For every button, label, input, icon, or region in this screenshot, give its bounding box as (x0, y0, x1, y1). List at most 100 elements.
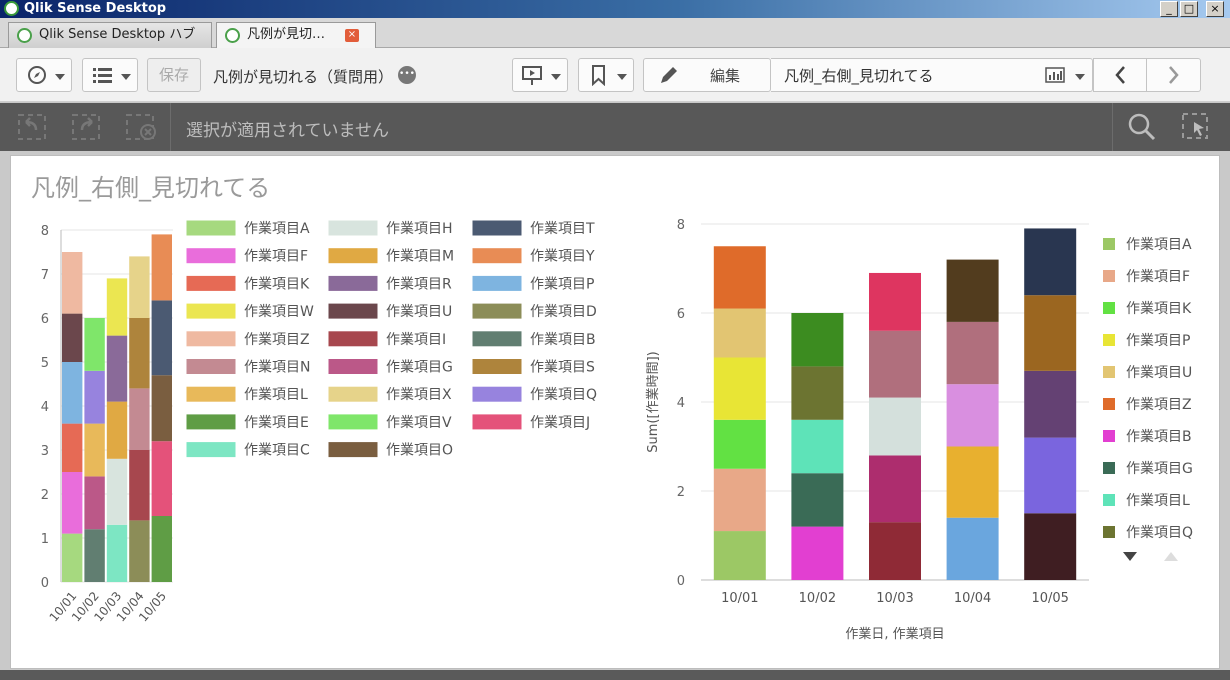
legend-swatch (327, 330, 379, 348)
legend-swatch (185, 274, 237, 292)
y-tick-label: 6 (677, 307, 685, 322)
legend-label: 作業項目O (386, 443, 453, 459)
bar-segment (946, 259, 999, 322)
undo-icon[interactable] (16, 112, 50, 142)
minimize-icon[interactable]: _ (1160, 1, 1178, 17)
bar-segment (1024, 228, 1077, 296)
search-icon[interactable] (1126, 111, 1158, 143)
legend-swatch (1103, 334, 1115, 346)
bar-segment (1024, 437, 1077, 514)
save-button[interactable]: 保存 (147, 58, 201, 92)
story-button[interactable] (512, 58, 568, 92)
legend-swatch (327, 385, 379, 403)
legend-label: 作業項目J (530, 415, 590, 431)
bar-segment (791, 526, 844, 580)
bar-segment (84, 529, 105, 582)
legend-swatch (327, 247, 379, 265)
legend-label: 作業項目M (386, 249, 454, 265)
y-tick-label: 0 (41, 576, 49, 591)
bar-segment (106, 278, 128, 336)
y-tick-label: 7 (41, 268, 49, 283)
legend-label: 作業項目A (244, 221, 310, 237)
bar-segment (869, 522, 921, 580)
legend-swatch (1103, 398, 1115, 410)
legend-swatch (185, 219, 237, 237)
next-sheet-button[interactable] (1147, 58, 1201, 92)
close-window-icon[interactable]: × (1206, 1, 1224, 17)
y-tick-label: 1 (41, 532, 49, 547)
legend-scroll-up-icon[interactable] (1164, 552, 1178, 561)
legend-label: 作業項目P (1126, 333, 1190, 349)
app-toolbar: 保存 凡例が見切れる（質問用） ••• 編集 凡例_右側_見切れてる (0, 48, 1230, 102)
bar-segment (129, 450, 150, 521)
redo-icon[interactable] (70, 112, 104, 142)
bar-segment (946, 384, 999, 447)
legend-swatch (1103, 494, 1115, 506)
bar-segment (106, 335, 128, 402)
legend-swatch (185, 302, 237, 320)
bar-segment (84, 370, 105, 424)
bar-segment (106, 458, 128, 525)
bar-segment (791, 473, 844, 527)
tab-label: 凡例が見切… (247, 27, 326, 42)
bar-segment (791, 419, 844, 474)
divider (170, 103, 171, 151)
selection-tool-icon[interactable] (1180, 111, 1212, 143)
legend-label: 作業項目I (386, 332, 446, 348)
bar-segment (869, 272, 921, 331)
y-tick-label: 2 (677, 485, 685, 500)
legend-label: 作業項目U (1126, 365, 1192, 381)
navigation-button[interactable] (16, 58, 72, 92)
bar-segment (106, 401, 128, 459)
chevron-down-icon (121, 74, 131, 80)
previous-sheet-button[interactable] (1093, 58, 1147, 92)
legend-scroll-down-icon[interactable] (1123, 552, 1137, 561)
legend-swatch (327, 358, 379, 375)
legend-label: 作業項目R (386, 276, 452, 292)
window-title-bar: Qlik Sense Desktop _ □ × (0, 0, 1230, 18)
legend-swatch (185, 413, 237, 431)
bar-segment (129, 318, 150, 389)
legend-label: 作業項目S (530, 360, 595, 376)
more-icon[interactable]: ••• (398, 66, 416, 84)
bar-segment (713, 357, 766, 420)
bar-segment (151, 375, 172, 442)
legend-swatch (1103, 526, 1115, 538)
legend-label: 作業項目G (386, 360, 453, 376)
tab-hub[interactable]: Qlik Sense Desktop ハブ (8, 22, 212, 48)
legend-swatch (471, 274, 523, 292)
bar-segment (1024, 370, 1077, 438)
bar-segment (713, 531, 766, 580)
chevron-down-icon (551, 74, 561, 80)
pencil-icon (661, 67, 677, 83)
app-overview-button[interactable] (82, 58, 138, 92)
legend-label: 作業項目L (1126, 493, 1190, 509)
legend-swatch (185, 358, 237, 375)
bar-segment (791, 366, 844, 420)
x-tick-label: 10/01 (721, 591, 758, 606)
bar-segment (151, 300, 172, 376)
current-sheet-name: 凡例_右側_見切れてる (784, 67, 934, 85)
selections-empty-text: 選択が適用されていません (186, 121, 389, 141)
edit-button[interactable]: 編集 (643, 58, 771, 92)
legend-label: 作業項目K (1126, 301, 1192, 317)
chevron-down-icon (617, 74, 627, 80)
bar-segment (1024, 295, 1077, 371)
clear-selections-icon[interactable] (124, 112, 158, 142)
x-tick-label: 10/05 (1031, 591, 1068, 606)
bookmark-button[interactable] (578, 58, 634, 92)
y-tick-label: 4 (41, 400, 49, 415)
maximize-icon[interactable]: □ (1180, 1, 1198, 17)
chart-left[interactable]: 01234567810/0110/0210/0310/0410/05作業項目A 作… (11, 200, 621, 670)
sheet-title: 凡例_右側_見切れてる (31, 174, 271, 202)
y-tick-label: 5 (41, 356, 49, 371)
legend-swatch (471, 385, 523, 403)
tab-app[interactable]: 凡例が見切… × (216, 22, 376, 49)
close-tab-icon[interactable]: × (345, 29, 359, 42)
legend-label: 作業項目F (1126, 269, 1190, 285)
qlik-logo-icon (225, 28, 240, 43)
x-axis-title: 作業日, 作業項目 (845, 626, 944, 642)
chart-right[interactable]: 0 2 4 6 8 10/01 10/02 10/03 10/04 10/05 作業日, 作業項目 S… (621, 200, 1221, 670)
tab-label: Qlik Sense Desktop ハブ (39, 27, 196, 42)
legend-label: 作業項目D (530, 304, 597, 320)
